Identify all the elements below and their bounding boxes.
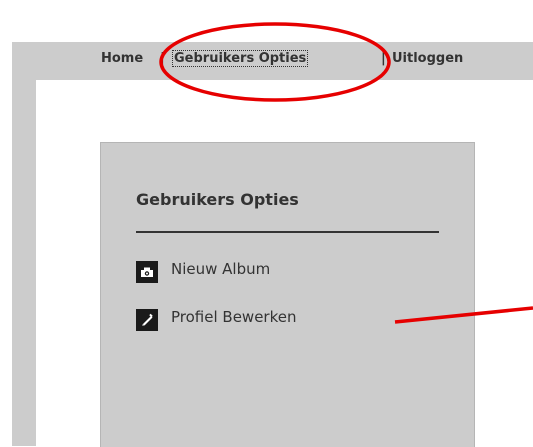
nav-logout-link[interactable]: Uitloggen [392,51,463,66]
divider [136,231,439,233]
user-options-panel: Gebruikers Opties Nieuw Album Profiel Be… [100,142,475,447]
menu-item-label: Profiel Bewerken [171,308,297,326]
nav-home-link[interactable]: Home [101,51,143,66]
top-navigation: Home | Gebruikers Opties | Uitloggen [12,42,533,78]
nav-separator: | [381,51,386,66]
menu-item-label: Nieuw Album [171,260,271,278]
nav-separator: | [160,51,165,66]
panel-title: Gebruikers Opties [136,190,299,209]
menu-item-edit-profile[interactable]: Profiel Bewerken [136,305,386,331]
pen-icon [136,309,158,331]
nav-user-options-link[interactable]: Gebruikers Opties [172,50,309,67]
menu-item-new-album[interactable]: Nieuw Album [136,257,386,283]
camera-icon [136,261,158,283]
